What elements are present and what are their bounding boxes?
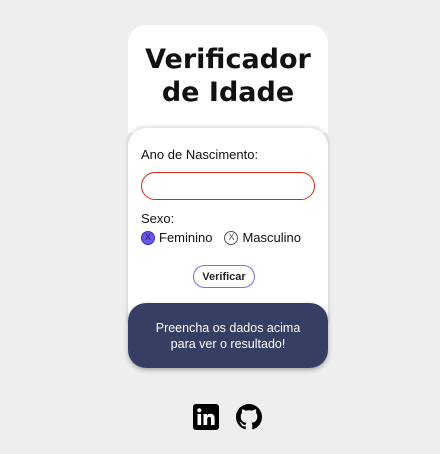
- verify-button[interactable]: Verificar: [193, 265, 255, 288]
- radio-feminino-label[interactable]: Feminino: [159, 230, 212, 245]
- radio-masculino[interactable]: X: [224, 230, 239, 245]
- social-links: [193, 404, 262, 430]
- result-message: Preencha os dados acima para ver o resul…: [155, 320, 301, 351]
- sex-radio-group: X Feminino X Masculino: [141, 230, 301, 245]
- radio-feminino[interactable]: X: [141, 230, 155, 245]
- result-box: Preencha os dados acima para ver o resul…: [128, 303, 328, 368]
- sex-label: Sexo:: [141, 211, 175, 226]
- form-panel: Ano de Nascimento: Sexo: X Feminino X Ma…: [128, 128, 328, 323]
- age-checker-card: Verificador de Idade Ano de Nascimento: …: [128, 25, 328, 323]
- birth-year-input[interactable]: [141, 172, 315, 200]
- radio-masculino-label[interactable]: Masculino: [242, 230, 301, 245]
- birth-year-label: Ano de Nascimento:: [141, 147, 259, 162]
- github-icon[interactable]: [236, 404, 262, 430]
- linkedin-icon[interactable]: [193, 404, 219, 430]
- card-header: Verificador de Idade: [128, 25, 328, 133]
- page-title: Verificador de Idade: [145, 44, 311, 108]
